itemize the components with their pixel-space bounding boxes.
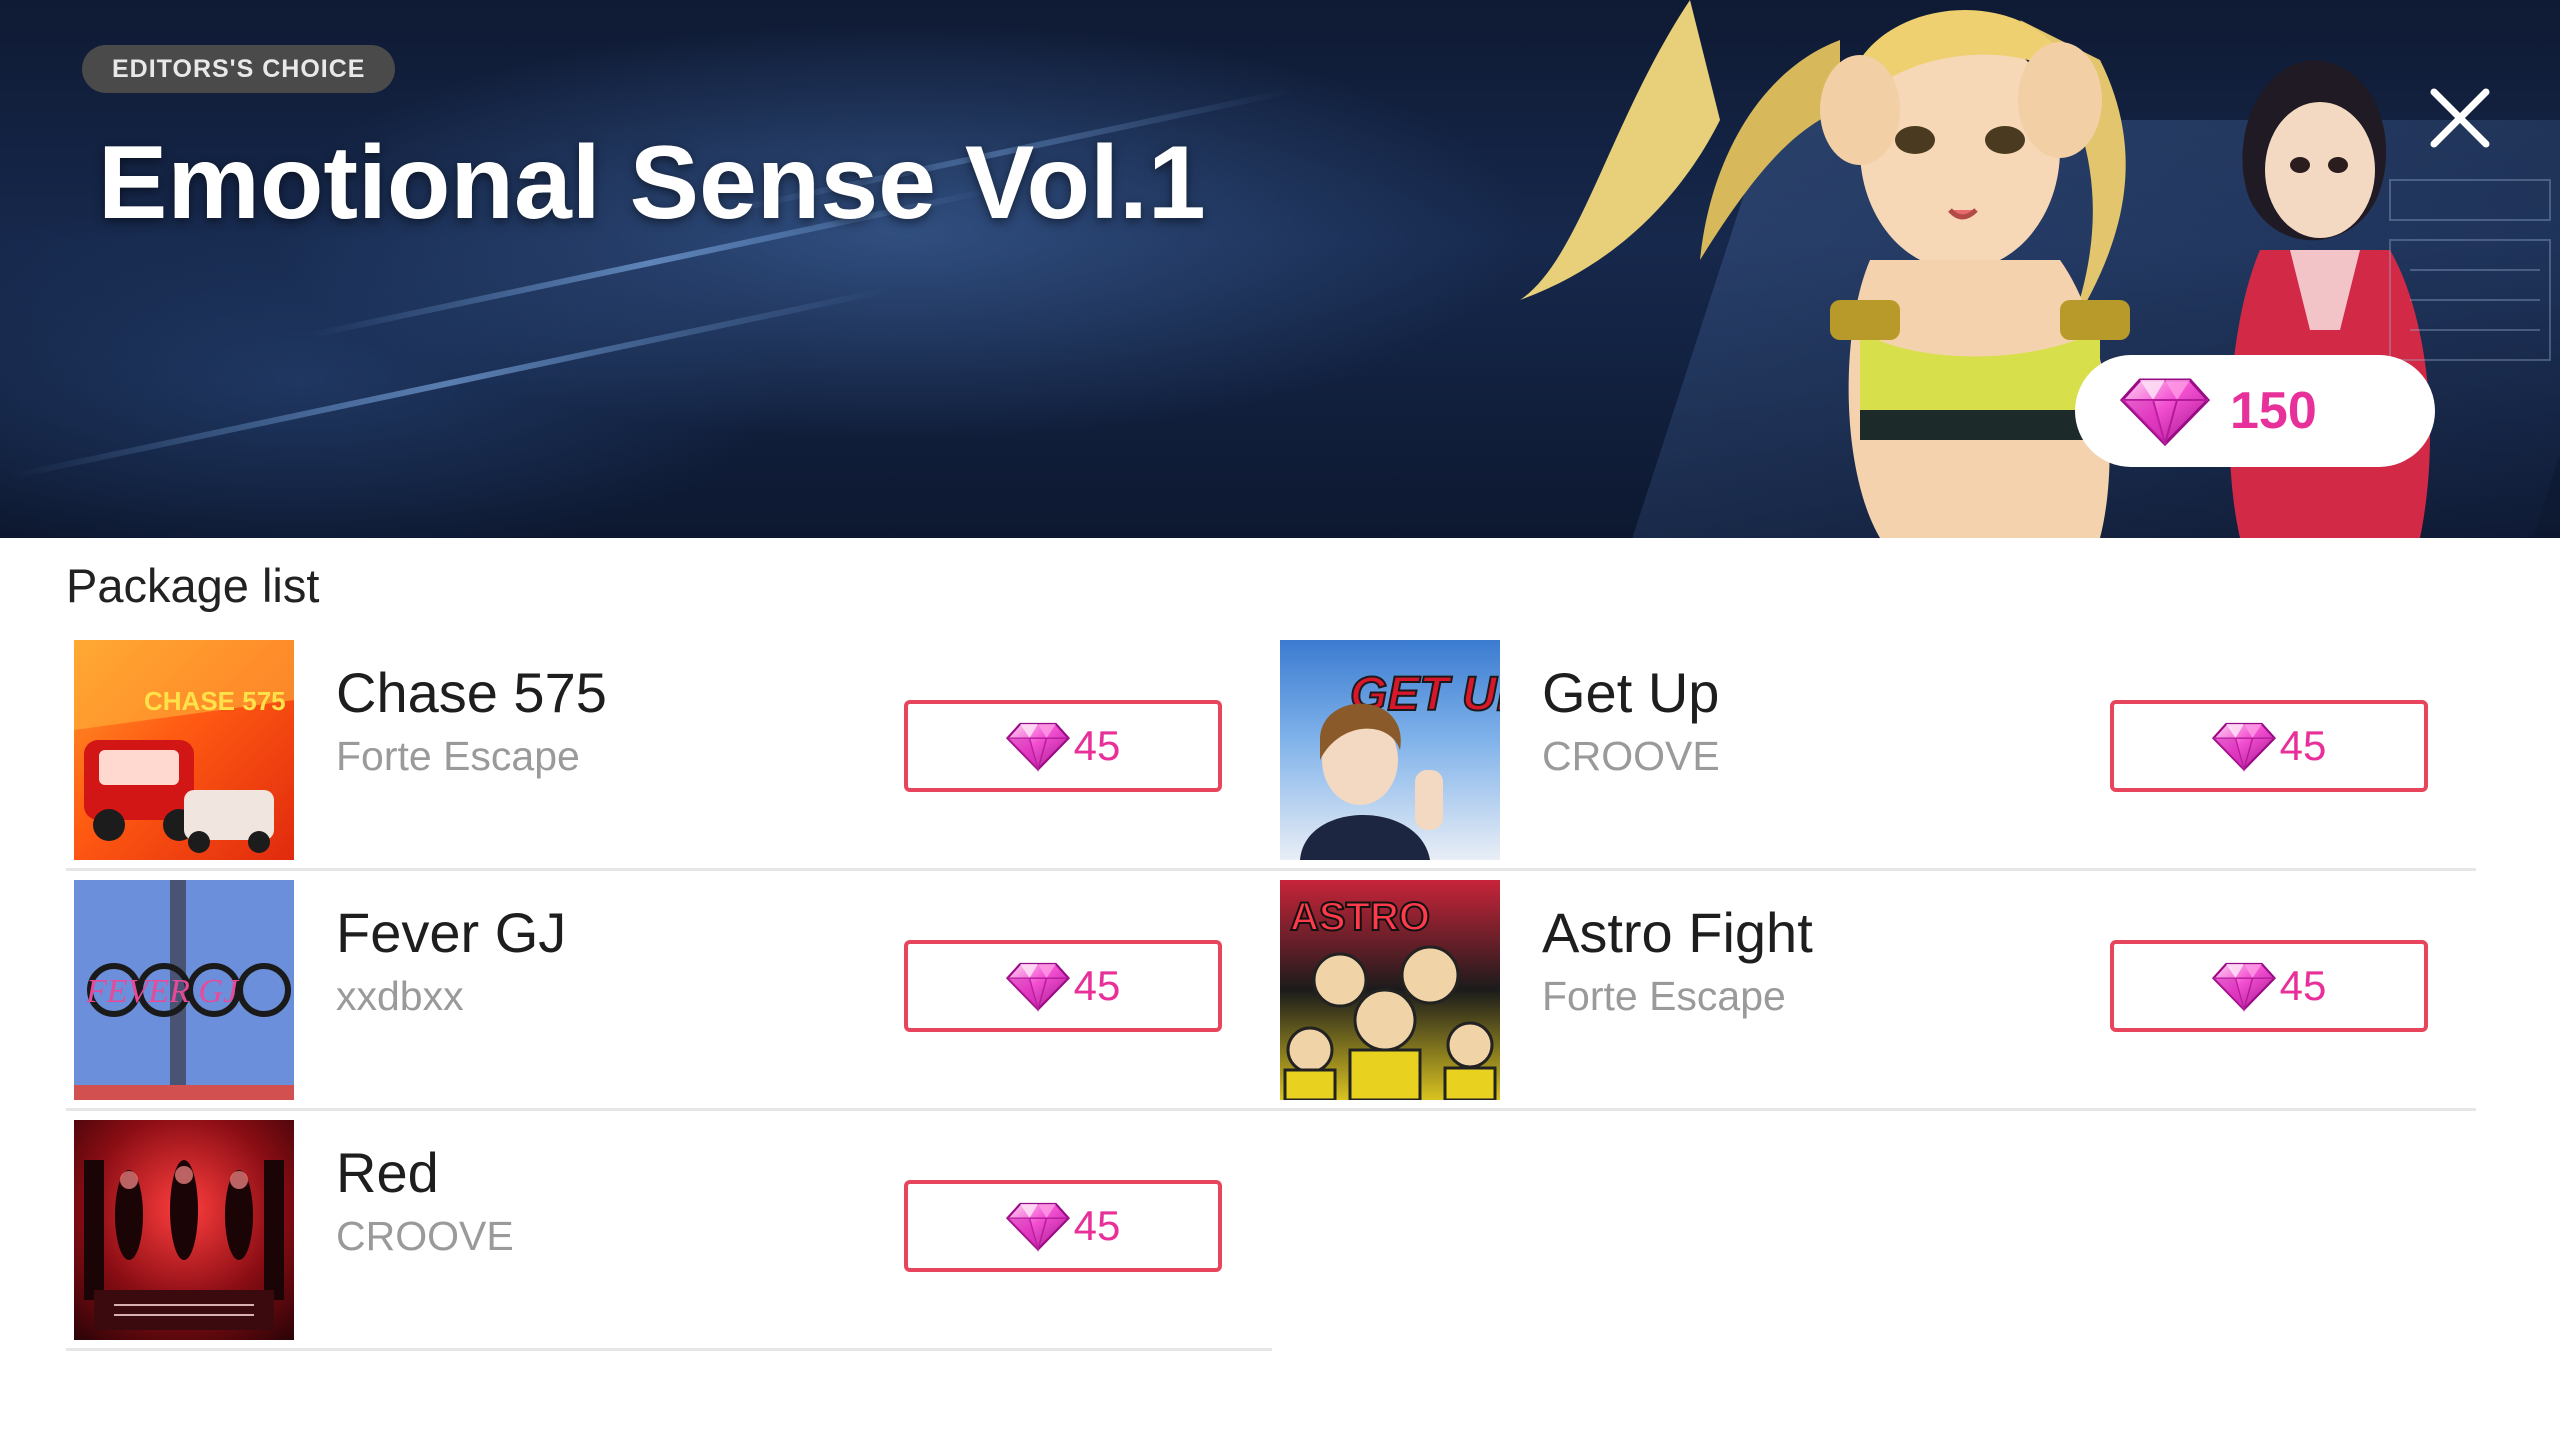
close-icon bbox=[2430, 88, 2490, 148]
buy-song-button[interactable]: 45 bbox=[2110, 700, 2428, 792]
song-artist: xxdbxx bbox=[336, 973, 464, 1019]
row-divider bbox=[1272, 1108, 2476, 1111]
song-jacket-image bbox=[74, 1120, 294, 1340]
song-title: Fever GJ bbox=[336, 901, 567, 964]
diamond-gem-icon bbox=[1006, 960, 1070, 1012]
song-price: 45 bbox=[1073, 722, 1121, 769]
buy-song-button[interactable]: 45 bbox=[904, 1180, 1222, 1272]
buy-song-button[interactable]: 45 bbox=[904, 940, 1222, 1032]
song-jacket-image: CHASE 575 bbox=[74, 640, 294, 860]
song-title: Astro Fight bbox=[1542, 901, 1813, 964]
diamond-gem-icon bbox=[2212, 720, 2276, 772]
package-price: 150 bbox=[2230, 382, 2317, 440]
list-item: CHASE 575 Chase 575 Forte Escape 45 bbox=[66, 640, 1272, 876]
song-price: 45 bbox=[2279, 962, 2327, 1009]
song-title: Chase 575 bbox=[336, 661, 607, 724]
svg-text:ASTRO: ASTRO bbox=[1290, 895, 1430, 939]
song-price: 45 bbox=[2279, 722, 2327, 769]
diamond-gem-icon bbox=[2212, 960, 2276, 1012]
close-button[interactable] bbox=[2426, 84, 2494, 152]
diamond-gem-icon bbox=[2120, 376, 2210, 446]
song-jacket-image: ASTRO bbox=[1280, 880, 1500, 1100]
list-item: FEVER GJ Fever GJ xxdbxx 45 bbox=[66, 880, 1272, 1116]
buy-song-button[interactable]: 45 bbox=[2110, 940, 2428, 1032]
editors-choice-badge: EDITORS'S CHOICE bbox=[82, 45, 396, 93]
song-artist: Forte Escape bbox=[336, 733, 580, 779]
song-artist: CROOVE bbox=[336, 1213, 514, 1259]
package-title: Emotional Sense Vol.1 bbox=[98, 125, 1206, 241]
list-item: Red CROOVE 45 bbox=[66, 1120, 1272, 1356]
banner-light-streak bbox=[9, 286, 891, 480]
svg-text:CHASE 575: CHASE 575 bbox=[144, 686, 286, 716]
song-title: Red bbox=[336, 1141, 439, 1204]
list-item: ASTRO Astro Fight Forte Escape 45 bbox=[1272, 880, 2476, 1116]
list-item: GET UP Get Up CROOVE 45 bbox=[1272, 640, 2476, 876]
song-title: Get Up bbox=[1542, 661, 1720, 724]
buy-package-button[interactable]: 150 bbox=[2075, 355, 2435, 467]
row-divider bbox=[66, 868, 1272, 871]
diamond-gem-icon bbox=[1006, 720, 1070, 772]
row-divider bbox=[1272, 868, 2476, 871]
svg-text:FEVER GJ: FEVER GJ bbox=[85, 973, 240, 1010]
song-price: 45 bbox=[1073, 962, 1121, 1009]
row-divider bbox=[66, 1348, 1272, 1351]
song-artist: CROOVE bbox=[1542, 733, 1720, 779]
row-divider bbox=[66, 1108, 1272, 1111]
song-jacket-image: GET UP bbox=[1280, 640, 1500, 860]
package-banner: EDITORS'S CHOICE Emotional Sense Vol.1 1… bbox=[0, 0, 2560, 538]
song-jacket-image: FEVER GJ bbox=[74, 880, 294, 1100]
package-list-heading: Package list bbox=[66, 559, 320, 612]
song-artist: Forte Escape bbox=[1542, 973, 1786, 1019]
diamond-gem-icon bbox=[1006, 1200, 1070, 1252]
song-price: 45 bbox=[1073, 1202, 1121, 1249]
buy-song-button[interactable]: 45 bbox=[904, 700, 1222, 792]
